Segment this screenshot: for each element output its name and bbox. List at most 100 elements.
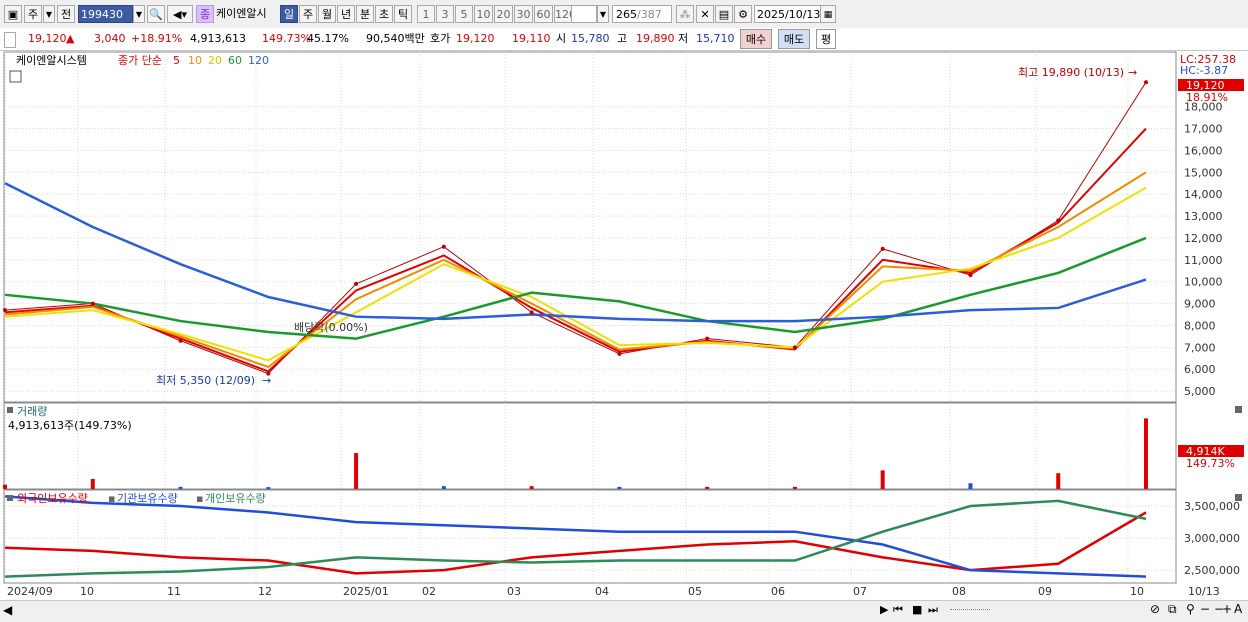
close-point (968, 273, 973, 278)
gear-icon[interactable]: ⚙ (734, 5, 752, 23)
low-label: 저 (678, 32, 689, 45)
count-button-5[interactable]: 30 (514, 5, 533, 23)
volume-bar (705, 486, 710, 489)
count-button-2[interactable]: 5 (455, 5, 473, 23)
next-icon[interactable]: ▶ (880, 603, 888, 616)
stock-tag-badge: 종 (196, 5, 214, 23)
scroll-bar[interactable]: ◀ ▶ ⏮ ■ ⏭ ⊘ ⧉ ⚲ − − + A (0, 600, 1248, 622)
stock-chart[interactable]: 18,00017,00016,00015,00014,00013,00012,0… (0, 50, 1248, 600)
page-total: /387 (637, 8, 662, 21)
screenshot-icon[interactable]: ⧉ (1168, 602, 1177, 617)
bid-price-1: 19,120 (456, 32, 495, 45)
price-tick-label: 8,000 (1184, 319, 1216, 332)
close-point (617, 351, 622, 356)
x-tick-label: 2025/01 (343, 585, 389, 598)
date-input[interactable]: 2025/10/13 (754, 5, 826, 23)
high-price: 19,890 (636, 32, 675, 45)
holding-tick-label: 3,000,000 (1184, 532, 1240, 545)
open-label: 시 (556, 32, 567, 45)
period-tab-1[interactable]: 주 (299, 5, 317, 23)
volume-bar (617, 486, 622, 489)
x-tick-label: 08 (952, 585, 966, 598)
window-menu-icon[interactable]: ▣ (4, 5, 22, 23)
search-icon[interactable]: 🔍 (147, 5, 165, 23)
count-button-6[interactable]: 60 (534, 5, 553, 23)
zoom-in-icon[interactable]: + (1222, 602, 1232, 616)
price-change: 3,040 (94, 32, 126, 45)
prev-button[interactable]: 전 (57, 5, 75, 23)
volume-bar (529, 486, 534, 489)
high-annotation: 최고 19,890 (10/13) (1018, 66, 1124, 79)
search-icon[interactable]: ⚲ (1186, 602, 1195, 616)
count-input[interactable] (571, 5, 597, 23)
forward-icon[interactable]: ⏭ (928, 603, 938, 617)
bid-label: 호가 (430, 32, 451, 45)
close-point (1056, 218, 1061, 223)
stock-title: 케이엔알시스템 (16, 53, 87, 67)
price-panel (3, 51, 1177, 403)
table-icon[interactable] (9, 70, 22, 83)
period-tab-3[interactable]: 년 (337, 5, 355, 23)
price-tick-label: 14,000 (1184, 188, 1223, 201)
zoom-icon[interactable]: ⊘ (1150, 602, 1160, 616)
close-point (1144, 80, 1148, 85)
volume-ratio: 149.73% (262, 32, 311, 45)
legend-dot-icon: ▪ (108, 492, 115, 505)
page-counter: 265/387 (612, 5, 672, 23)
inst-legend: 기관보유수량 (117, 492, 178, 505)
period-tab-4[interactable]: 분 (356, 5, 374, 23)
ma5-legend: 5 (173, 54, 180, 67)
grid-icon[interactable]: ⁂ (676, 5, 694, 23)
volume-close-icon[interactable] (1235, 406, 1242, 413)
legend-dot2-icon: ▪ (196, 492, 203, 505)
ma10-legend: 10 (188, 54, 202, 67)
x-tick-label: 10/13 (1188, 585, 1220, 598)
close-point (441, 244, 446, 249)
period-tab-0[interactable]: 일 (280, 5, 298, 23)
count-button-3[interactable]: 10 (474, 5, 493, 23)
close-point (3, 308, 7, 313)
scroll-thumb[interactable] (950, 609, 990, 614)
eval-button[interactable]: 평 (816, 29, 836, 49)
scroll-left-icon[interactable]: ◀ (3, 603, 12, 617)
page-count: 265 (616, 8, 637, 21)
quote-bar: 19,120 ▲ 3,040 +18.91% 4,913,613 149.73%… (0, 28, 1248, 51)
period-select[interactable]: 주 (24, 5, 42, 23)
price-tick-label: 11,000 (1184, 254, 1223, 267)
price-tick-label: 12,000 (1184, 232, 1223, 245)
count-button-0[interactable]: 1 (417, 5, 435, 23)
volume-bar (3, 484, 7, 489)
x-tick-label: 03 (507, 585, 521, 598)
rewind-icon[interactable]: ⏮ (893, 603, 903, 617)
bid-price-2: 19,110 (512, 32, 551, 45)
speaker-icon[interactable]: ◀▾ (167, 5, 193, 23)
stop-icon[interactable]: ■ (912, 603, 922, 616)
buy-button[interactable]: 매수 (740, 29, 772, 49)
price-tick-label: 15,000 (1184, 166, 1223, 179)
ma-label: 종가 단순 (118, 54, 162, 67)
price-tick-label: 17,000 (1184, 123, 1223, 136)
price-tick-label: 5,000 (1184, 385, 1216, 398)
stock-code-input[interactable]: 199430 (78, 5, 133, 23)
font-size-icon[interactable]: A (1234, 602, 1242, 616)
sell-button[interactable]: 매도 (778, 29, 810, 49)
indiv-legend: 개인보유수량 (205, 492, 266, 505)
crosshair-icon[interactable]: ✕ (696, 5, 714, 23)
period-tab-2[interactable]: 월 (318, 5, 336, 23)
count-dropdown-icon[interactable]: ▼ (597, 5, 609, 23)
close-point (354, 281, 359, 286)
count-button-4[interactable]: 20 (494, 5, 513, 23)
period-tab-5[interactable]: 초 (375, 5, 393, 23)
low-arrow-icon: → (262, 374, 271, 387)
chevron-down-icon[interactable]: ▼ (43, 5, 55, 23)
code-dropdown-icon[interactable]: ▼ (133, 5, 145, 23)
volume-bar (1144, 418, 1148, 489)
zoom-out-icon[interactable]: − (1200, 602, 1210, 616)
calendar-icon[interactable]: ▦ (820, 5, 836, 23)
x-tick-label: 06 (771, 585, 785, 598)
period-tab-6[interactable]: 틱 (394, 5, 412, 23)
volume-value-label: 4,913,613주(149.73%) (8, 419, 132, 432)
count-button-1[interactable]: 3 (436, 5, 454, 23)
save-icon[interactable]: ▤ (715, 5, 733, 23)
holding-close-icon[interactable] (1235, 494, 1242, 501)
